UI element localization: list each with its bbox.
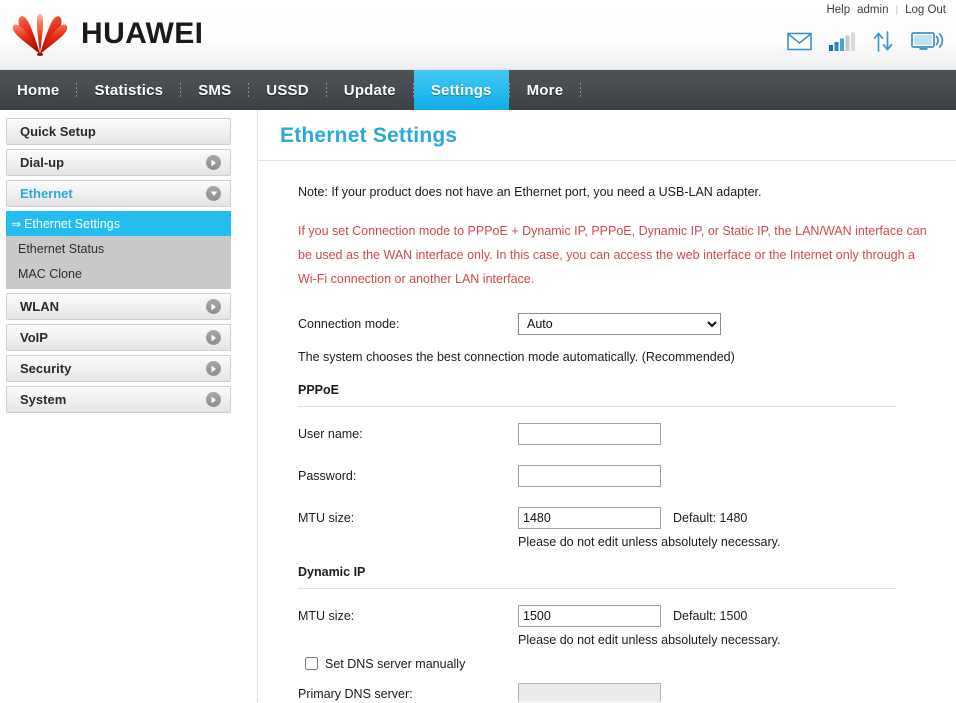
submenu-label: Ethernet Status <box>18 241 105 256</box>
ethernet-submenu: ⇒ Ethernet Settings Ethernet Status MAC … <box>6 211 231 289</box>
pppoe-mtu-row: MTU size: Default: 1480 <box>298 506 930 529</box>
sidebar: Quick Setup Dial-up Ethernet ⇒ Ethernet … <box>0 110 258 702</box>
sidebar-item-label: VoIP <box>20 330 48 345</box>
sidebar-item-wlan[interactable]: WLAN <box>6 293 231 320</box>
dynamic-mtu-row: MTU size: Default: 1500 <box>298 604 930 627</box>
active-arrow-icon: ⇒ <box>11 216 22 231</box>
chevron-down-icon <box>206 186 221 201</box>
sidebar-item-label: Dial-up <box>20 155 65 170</box>
ethernet-port-note: Note: If your product does not have an E… <box>298 185 762 199</box>
chevron-right-icon <box>206 392 221 407</box>
pppoe-mtu-label: MTU size: <box>298 510 355 525</box>
primary-dns-label: Primary DNS server: <box>298 686 413 701</box>
pppoe-mtu-hint: Please do not edit unless absolutely nec… <box>518 534 781 549</box>
submenu-label: MAC Clone <box>18 266 82 281</box>
pppoe-username-input[interactable] <box>518 422 661 445</box>
connection-mode-description: The system chooses the best connection m… <box>298 349 735 364</box>
logout-link[interactable]: Log Out <box>905 4 946 16</box>
chevron-right-icon <box>206 299 221 314</box>
header-link-divider: | <box>895 4 899 16</box>
page-body: Quick Setup Dial-up Ethernet ⇒ Ethernet … <box>0 110 956 702</box>
status-icon-bar <box>787 31 944 52</box>
sidebar-item-label: System <box>20 392 67 407</box>
pppoe-username-label: User name: <box>298 426 363 441</box>
page-header: HUAWEI Help admin | Log Out <box>0 0 956 70</box>
main-navigation: Home Statistics SMS USSD Update Settings… <box>0 70 956 110</box>
settings-form: Note: If your product does not have an E… <box>258 161 956 702</box>
submenu-mac-clone[interactable]: MAC Clone <box>6 261 231 286</box>
nav-home[interactable]: Home <box>0 70 76 110</box>
nav-divider <box>580 82 582 98</box>
chevron-right-icon <box>206 155 221 170</box>
nav-update[interactable]: Update <box>327 70 413 110</box>
nav-sms[interactable]: SMS <box>181 70 248 110</box>
header-links: Help admin | Log Out <box>826 4 946 16</box>
dynamic-mtu-input[interactable] <box>518 604 661 627</box>
nav-more[interactable]: More <box>510 70 581 110</box>
pppoe-password-input[interactable] <box>518 464 661 487</box>
connection-status-icon[interactable] <box>911 31 944 52</box>
set-dns-manually-label: Set DNS server manually <box>325 656 466 671</box>
dynamic-ip-section-heading: Dynamic IP <box>298 565 896 589</box>
pppoe-password-label: Password: <box>298 468 357 483</box>
pppoe-mtu-input[interactable] <box>518 506 661 529</box>
dns-manual-row: Set DNS server manually <box>298 657 930 671</box>
submenu-label: Ethernet Settings <box>24 216 120 231</box>
pppoe-username-row: User name: <box>298 422 930 445</box>
main-content: Ethernet Settings Note: If your product … <box>258 110 956 702</box>
sidebar-item-quick-setup[interactable]: Quick Setup <box>6 118 231 145</box>
huawei-flower-logo <box>12 14 68 56</box>
nav-ussd[interactable]: USSD <box>249 70 325 110</box>
mail-icon[interactable] <box>787 32 812 51</box>
set-dns-manually-checkbox[interactable] <box>305 657 318 670</box>
nav-settings[interactable]: Settings <box>413 70 509 110</box>
pppoe-mtu-default: Default: 1480 <box>673 510 748 525</box>
pppoe-section-heading: PPPoE <box>298 383 896 407</box>
connection-mode-select[interactable]: Auto <box>518 312 721 335</box>
primary-dns-row: Primary DNS server: <box>298 682 930 702</box>
sidebar-item-dial-up[interactable]: Dial-up <box>6 149 231 176</box>
chevron-right-icon <box>206 361 221 376</box>
sidebar-item-label: WLAN <box>20 299 59 314</box>
sidebar-item-security[interactable]: Security <box>6 355 231 382</box>
dynamic-mtu-label: MTU size: <box>298 608 355 623</box>
pppoe-password-row: Password: <box>298 464 930 487</box>
connection-mode-row: Connection mode: Auto <box>298 312 930 335</box>
chevron-right-icon <box>206 330 221 345</box>
help-link[interactable]: Help <box>826 4 850 16</box>
sidebar-item-label: Security <box>20 361 72 376</box>
submenu-ethernet-settings[interactable]: ⇒ Ethernet Settings <box>6 211 231 236</box>
page-title: Ethernet Settings <box>258 110 956 161</box>
data-transfer-icon[interactable] <box>872 31 894 52</box>
primary-dns-input[interactable] <box>518 682 661 702</box>
signal-strength-icon[interactable] <box>829 32 855 51</box>
sidebar-item-label: Ethernet <box>20 186 73 201</box>
connection-mode-label: Connection mode: <box>298 316 400 331</box>
sidebar-item-label: Quick Setup <box>20 124 96 139</box>
dynamic-mtu-default: Default: 1500 <box>673 608 748 623</box>
submenu-ethernet-status[interactable]: Ethernet Status <box>6 236 231 261</box>
sidebar-item-voip[interactable]: VoIP <box>6 324 231 351</box>
brand-logo: HUAWEI <box>8 13 203 57</box>
account-link[interactable]: admin <box>857 4 888 16</box>
brand-name: HUAWEI <box>81 17 204 50</box>
sidebar-item-ethernet[interactable]: Ethernet <box>6 180 231 207</box>
connection-mode-warning: If you set Connection mode to PPPoE + Dy… <box>298 223 927 286</box>
nav-statistics[interactable]: Statistics <box>77 70 180 110</box>
sidebar-item-system[interactable]: System <box>6 386 231 413</box>
dynamic-mtu-hint: Please do not edit unless absolutely nec… <box>518 632 781 647</box>
